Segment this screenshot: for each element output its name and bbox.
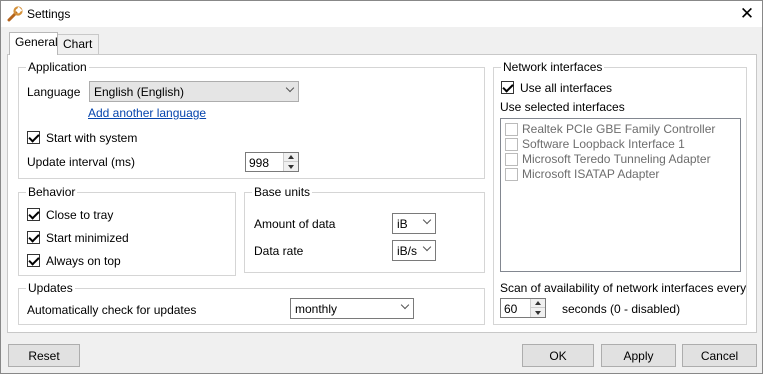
reset-button[interactable]: Reset [8, 344, 80, 367]
language-value: English (English) [94, 85, 185, 99]
network-interfaces-group-label: Network interfaces [501, 60, 605, 74]
language-select[interactable]: English (English) [89, 81, 299, 102]
add-language-link[interactable]: Add another language [88, 106, 206, 120]
update-interval-label: Update interval (ms) [27, 155, 136, 169]
cancel-label: Cancel [700, 348, 739, 363]
spinner-buttons [283, 153, 298, 171]
close-button[interactable]: ✕ [732, 1, 762, 27]
tab-chart-label: Chart [63, 37, 93, 51]
interface-checkbox[interactable] [505, 153, 518, 166]
close-icon: ✕ [739, 4, 755, 23]
interface-checkbox[interactable] [505, 138, 518, 151]
spin-up-icon[interactable] [284, 153, 298, 162]
amount-of-data-select[interactable]: iB [392, 213, 436, 234]
amount-of-data-label: Amount of data [254, 217, 336, 231]
ok-label: OK [549, 348, 567, 363]
update-interval-spinner[interactable]: 998 [245, 152, 299, 172]
general-tab-panel: Application Language English (English) A… [7, 54, 757, 333]
scan-interval-spinner[interactable]: 60 [500, 298, 546, 318]
updates-group: Updates Automatically check for updates … [18, 281, 485, 325]
update-frequency-select[interactable]: monthly [290, 298, 414, 319]
interfaces-listbox[interactable]: Realtek PCIe GBE Family Controller Softw… [500, 118, 741, 272]
settings-window: Settings ✕ General Chart Application Lan… [0, 0, 763, 374]
interface-name: Realtek PCIe GBE Family Controller [522, 122, 716, 136]
data-rate-label: Data rate [254, 244, 304, 258]
cancel-button[interactable]: Cancel [682, 344, 757, 367]
spin-down-icon[interactable] [531, 308, 545, 317]
use-all-interfaces-checkbox[interactable] [501, 81, 514, 94]
base-units-group: Base units Amount of data iB Data rate i… [244, 185, 485, 273]
close-to-tray-checkbox[interactable] [27, 208, 40, 221]
use-selected-interfaces-label: Use selected interfaces [500, 100, 625, 114]
interface-name: Microsoft Teredo Tunneling Adapter [522, 152, 711, 166]
data-rate-value: iB/s [397, 244, 418, 258]
chevron-down-icon [422, 215, 432, 225]
behavior-group-label: Behavior [26, 185, 78, 199]
network-interfaces-group: Network interfaces Use all interfaces Us… [493, 60, 747, 325]
spin-up-icon[interactable] [531, 299, 545, 308]
start-minimized-checkbox[interactable] [27, 231, 40, 244]
interface-checkbox[interactable] [505, 168, 518, 181]
spinner-buttons [530, 299, 545, 317]
chevron-down-icon [400, 300, 410, 310]
application-group: Application Language English (English) A… [18, 60, 485, 179]
application-group-label: Application [26, 60, 89, 74]
ok-button[interactable]: OK [522, 344, 594, 367]
interface-checkbox[interactable] [505, 123, 518, 136]
tab-chart[interactable]: Chart [57, 34, 99, 54]
behavior-group: Behavior Close to tray Start minimized A… [18, 185, 236, 276]
reset-label: Reset [28, 348, 60, 363]
interface-name: Software Loopback Interface 1 [522, 137, 685, 151]
spin-down-icon[interactable] [284, 162, 298, 171]
base-units-group-label: Base units [252, 185, 313, 199]
scan-interval-label: Scan of availability of network interfac… [500, 281, 747, 295]
auto-check-updates-label: Automatically check for updates [27, 303, 197, 317]
interface-name: Microsoft ISATAP Adapter [522, 167, 660, 181]
updates-group-label: Updates [26, 281, 75, 295]
language-label: Language [27, 85, 81, 99]
scan-interval-unit: seconds (0 - disabled) [562, 302, 681, 316]
data-rate-select[interactable]: iB/s [392, 240, 436, 261]
tab-general[interactable]: General [9, 32, 58, 55]
use-all-interfaces-label: Use all interfaces [520, 81, 613, 95]
start-with-system-checkbox[interactable] [27, 131, 40, 144]
close-to-tray-label: Close to tray [46, 208, 114, 222]
start-with-system-label: Start with system [46, 131, 138, 145]
chevron-down-icon [285, 83, 295, 93]
start-minimized-label: Start minimized [46, 231, 129, 245]
amount-of-data-value: iB [397, 217, 408, 231]
tab-general-label: General [15, 35, 58, 49]
always-on-top-checkbox[interactable] [27, 254, 40, 267]
apply-button[interactable]: Apply [601, 344, 676, 367]
scan-interval-value: 60 [504, 302, 518, 316]
title-bar: Settings ✕ [1, 1, 762, 27]
apply-label: Apply [623, 348, 654, 363]
update-frequency-value: monthly [295, 302, 338, 316]
chevron-down-icon [422, 242, 432, 252]
window-title: Settings [27, 7, 71, 21]
update-interval-value: 998 [249, 156, 270, 170]
wrench-icon [7, 6, 23, 22]
always-on-top-label: Always on top [46, 254, 121, 268]
